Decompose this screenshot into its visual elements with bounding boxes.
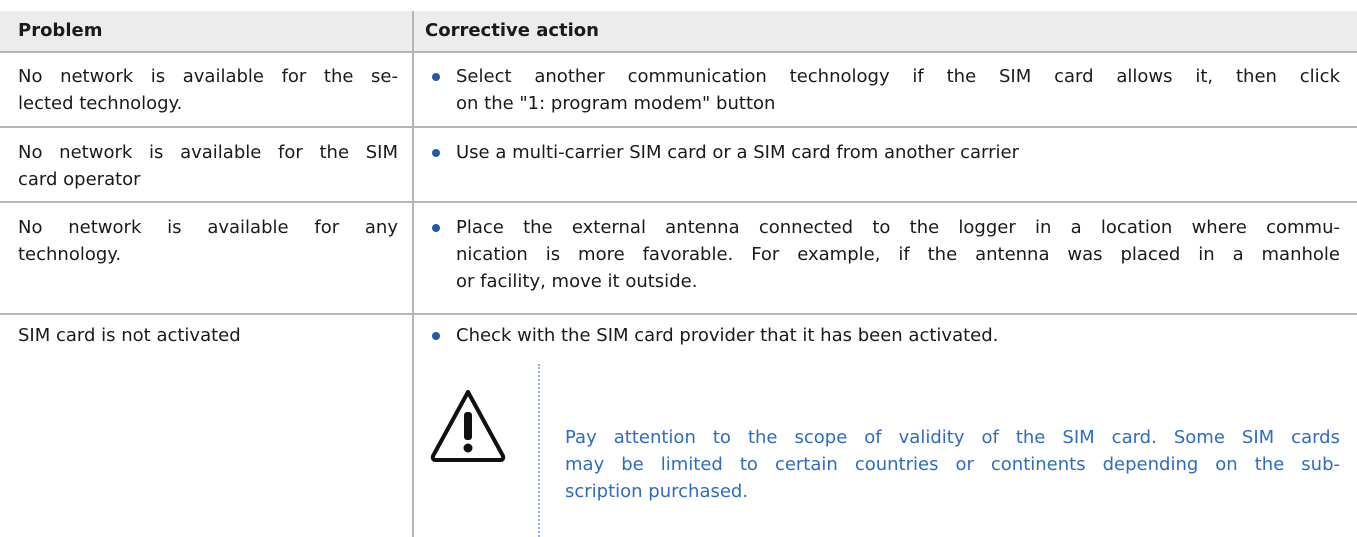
row-3-problem-line-2: technology.	[18, 244, 122, 265]
row-1-action: Select another communication technology …	[432, 63, 1340, 117]
row-2-action: Use a multi-carrier SIM card or a SIM ca…	[432, 139, 1340, 166]
row-2-problem-line-1: No network is available for the SIM	[18, 142, 398, 163]
row-1-problem: No network is available for the se- lect…	[18, 63, 398, 117]
note-line-3: scription purchased.	[565, 481, 749, 502]
row-4-problem-line-1: SIM card is not activated	[18, 325, 241, 346]
row-1-action-line-1: Select another communication technology …	[456, 66, 1340, 87]
row-separator	[0, 126, 1357, 128]
note-line-1: Pay attention to the scope of validity o…	[565, 427, 1340, 448]
table-header: Problem Corrective action	[0, 11, 1357, 51]
row-3-action-line-2: nication is more favorable. For example,…	[456, 244, 1340, 265]
row-separator	[0, 201, 1357, 203]
row-4-problem: SIM card is not activated	[18, 322, 398, 349]
row-1-problem-line-2: lected technology.	[18, 93, 183, 114]
bullet-icon	[432, 149, 440, 157]
header-problem: Problem	[18, 20, 103, 41]
note-divider	[538, 364, 540, 537]
row-2-problem: No network is available for the SIM card…	[18, 139, 398, 193]
row-1-action-line-2: on the "1: program modem" button	[456, 93, 776, 114]
row-3-problem-line-1: No network is available for any	[18, 217, 398, 238]
row-separator	[0, 313, 1357, 315]
warning-note: Pay attention to the scope of validity o…	[565, 424, 1340, 505]
row-3-action-line-3: or facility, move it outside.	[456, 271, 698, 292]
row-3-problem: No network is available for any technolo…	[18, 214, 398, 268]
row-separator	[0, 51, 1357, 53]
row-4-action: Check with the SIM card provider that it…	[432, 322, 1340, 349]
column-divider	[412, 11, 414, 537]
row-4-action-line-1: Check with the SIM card provider that it…	[456, 325, 999, 346]
row-3-action-line-1: Place the external antenna connected to …	[456, 217, 1340, 238]
bullet-icon	[432, 224, 440, 232]
row-2-problem-line-2: card operator	[18, 169, 141, 190]
row-3-action: Place the external antenna connected to …	[432, 214, 1340, 295]
row-2-action-line-1: Use a multi-carrier SIM card or a SIM ca…	[456, 142, 1019, 163]
header-corrective-action: Corrective action	[425, 20, 599, 41]
bullet-icon	[432, 332, 440, 340]
warning-triangle-icon	[430, 390, 506, 462]
note-line-2: may be limited to certain countries or c…	[565, 454, 1340, 475]
row-1-problem-line-1: No network is available for the se-	[18, 66, 398, 87]
bullet-icon	[432, 73, 440, 81]
